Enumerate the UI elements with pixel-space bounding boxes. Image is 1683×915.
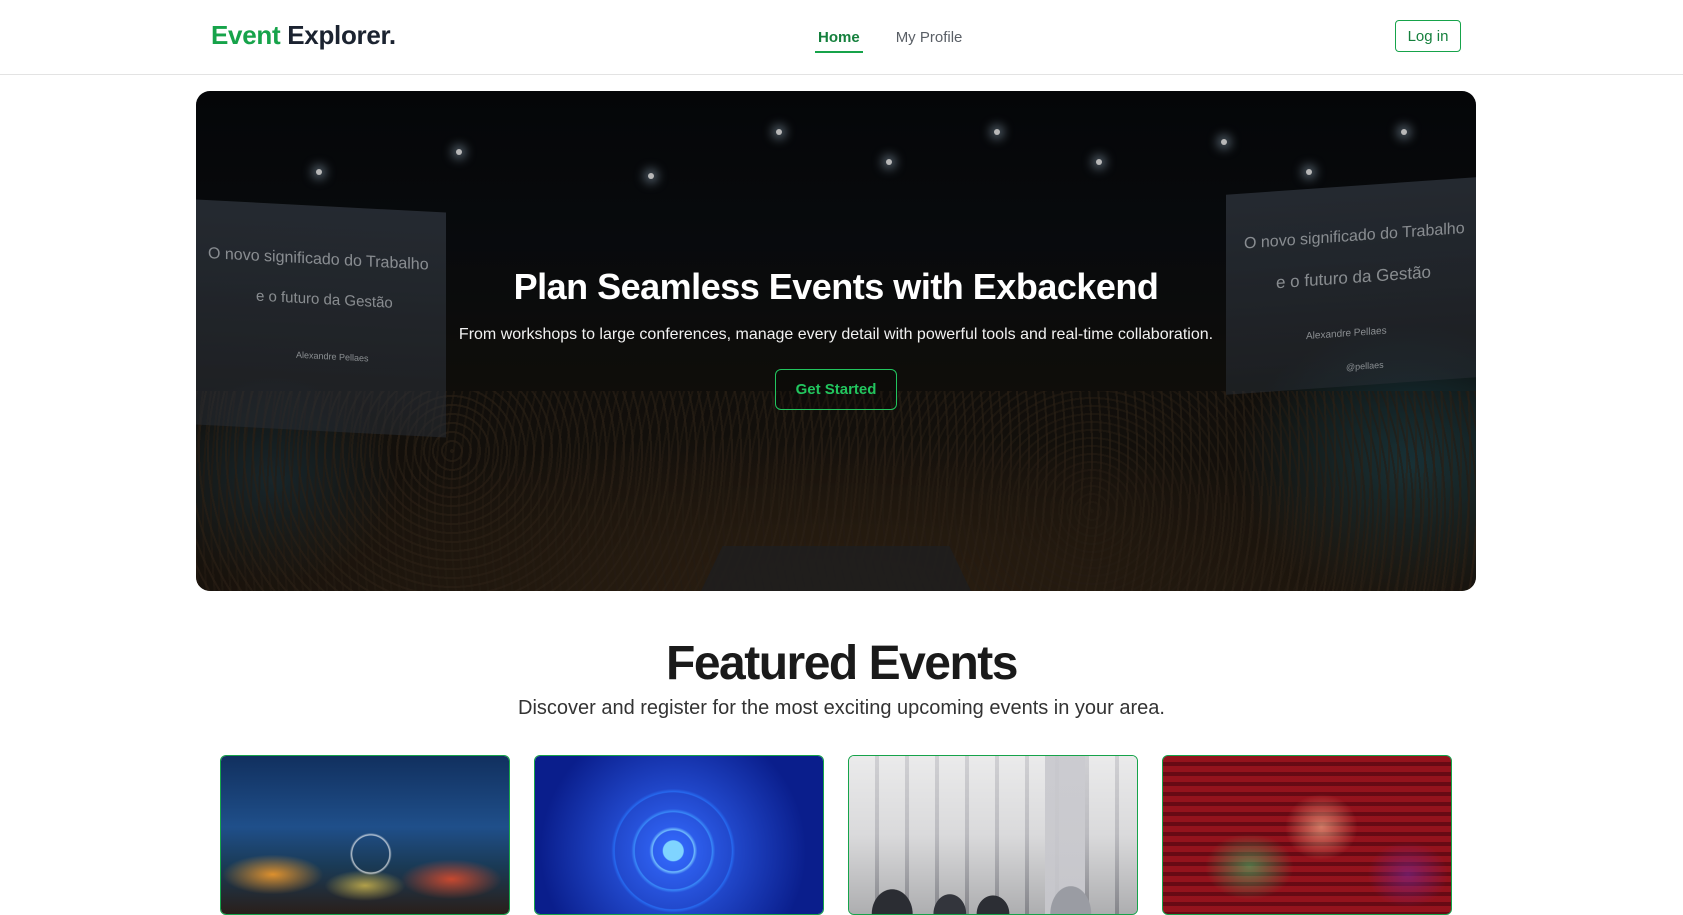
event-card-night-fair[interactable]	[220, 755, 510, 915]
brand-logo[interactable]: Event Explorer.	[211, 20, 396, 51]
brand-word-event: Event	[211, 20, 281, 50]
top-navbar: Event Explorer. Home My Profile Log in	[0, 0, 1683, 75]
login-button[interactable]: Log in	[1395, 20, 1461, 52]
event-image-night-fair	[221, 756, 509, 914]
event-card-tech-globe[interactable]	[534, 755, 824, 915]
event-card-ai-meeting[interactable]	[848, 755, 1138, 915]
event-image-gaming	[1163, 756, 1451, 914]
event-card-grid	[220, 755, 1452, 915]
hero-banner: O novo significado do Trabalho e o futur…	[196, 91, 1476, 591]
featured-events-subtitle: Discover and register for the most excit…	[518, 697, 1165, 719]
hero-title: Plan Seamless Events with Exbackend	[513, 266, 1159, 307]
nav-link-home[interactable]: Home	[812, 0, 866, 75]
event-image-ai-meeting-people	[849, 827, 1137, 914]
get-started-button[interactable]: Get Started	[775, 369, 897, 410]
event-image-tech-globe	[535, 756, 823, 914]
brand-word-explorer: Explorer.	[287, 20, 396, 50]
nav-link-my-profile[interactable]: My Profile	[890, 0, 969, 75]
main-nav: Home My Profile	[812, 0, 968, 75]
hero-subtitle: From workshops to large conferences, man…	[458, 326, 1214, 343]
event-card-gaming[interactable]	[1162, 755, 1452, 915]
featured-events-heading: Featured Events	[666, 637, 1018, 690]
